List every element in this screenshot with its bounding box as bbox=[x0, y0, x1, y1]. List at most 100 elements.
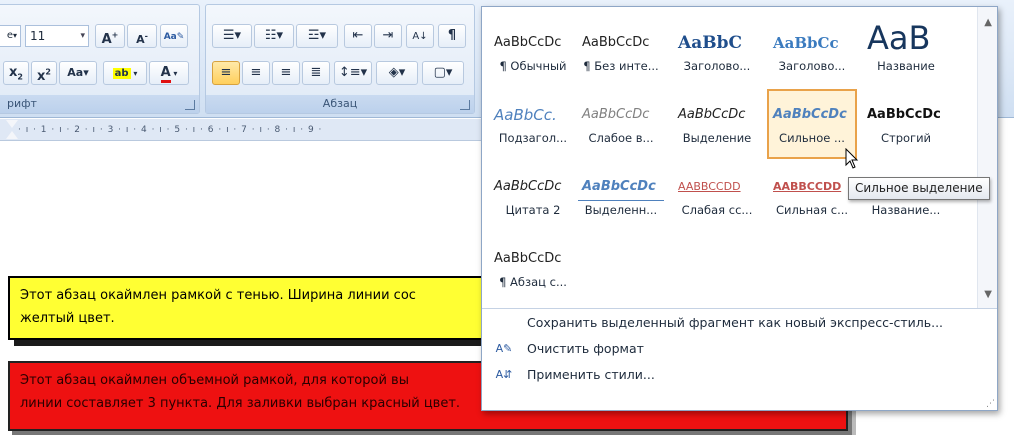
style-emphasis[interactable]: AaBbCcDc Выделение bbox=[674, 97, 760, 159]
style-sample: AaBbCcDc bbox=[494, 251, 562, 266]
superscript-icon: x2 bbox=[37, 68, 51, 85]
style-name: ¶ Без инте... bbox=[583, 59, 659, 73]
clear-format-menu-item[interactable]: A✎ Очистить формат bbox=[482, 337, 979, 361]
style-sample: AaBbCcDc bbox=[578, 169, 664, 201]
style-sample: AaBbC bbox=[678, 33, 742, 53]
quick-styles-gallery: AaBbCcDc ¶ Обычный AaBbCcDc ¶ Без инте..… bbox=[481, 6, 998, 411]
change-case-button[interactable]: Aa▾ bbox=[59, 61, 97, 85]
shrink-font-button[interactable]: A- bbox=[127, 24, 157, 48]
line-spacing-button[interactable]: ↕≡▾ bbox=[334, 61, 372, 85]
style-name: Сильное ... bbox=[779, 131, 845, 145]
justify-button[interactable]: ≣ bbox=[302, 61, 330, 85]
chevron-down-icon: ▾ bbox=[170, 69, 178, 78]
style-list-paragraph[interactable]: AaBbCcDc ¶ Абзац с... bbox=[490, 241, 576, 303]
style-strong[interactable]: AaBbCcDc Строгий bbox=[863, 97, 949, 159]
style-name: Цитата 2 bbox=[505, 203, 561, 217]
save-quick-style-menu-item[interactable]: Сохранить выделенный фрагмент как новый … bbox=[482, 311, 979, 335]
shrink-font-icon: A- bbox=[136, 31, 148, 46]
style-name: Заголово... bbox=[683, 59, 751, 73]
shading-button[interactable]: ◈▾ bbox=[376, 61, 418, 85]
style-sample: AABBCCDD bbox=[773, 180, 842, 193]
chevron-down-icon: ▾ bbox=[12, 31, 17, 40]
highlighter-icon: ab bbox=[112, 68, 131, 79]
align-center-button[interactable]: ≡ bbox=[242, 61, 270, 85]
font-size-combobox[interactable]: 11 ▾ bbox=[25, 25, 89, 47]
show-marks-button[interactable]: ¶ bbox=[438, 24, 466, 48]
font-group-title: рифт bbox=[7, 97, 37, 110]
decrease-indent-button[interactable]: ⇤ bbox=[344, 24, 372, 48]
clear-formatting-button[interactable]: Aa✎ bbox=[160, 24, 188, 48]
gallery-divider bbox=[482, 308, 997, 309]
menu-item-label: Очистить формат bbox=[527, 341, 644, 356]
style-name: Подзагол... bbox=[498, 131, 568, 145]
apply-styles-icon: A⇵ bbox=[495, 368, 513, 381]
align-left-button[interactable]: ≡ bbox=[212, 61, 240, 85]
pilcrow-icon: ¶ bbox=[447, 28, 457, 43]
style-normal[interactable]: AaBbCcDc ¶ Обычный bbox=[490, 25, 576, 87]
style-sample: AaBbCcDc bbox=[773, 107, 847, 122]
dialog-launcher-icon[interactable] bbox=[460, 100, 470, 110]
font-group-label: рифт bbox=[0, 95, 199, 113]
align-center-icon: ≡ bbox=[250, 65, 262, 80]
subscript-icon: x2 bbox=[9, 65, 23, 82]
style-name: Слабое в... bbox=[588, 131, 654, 145]
superscript-button[interactable]: x2 bbox=[31, 61, 57, 85]
menu-item-label: Сохранить выделенный фрагмент как новый … bbox=[527, 315, 944, 330]
scroll-up-icon[interactable]: ▲ bbox=[984, 17, 992, 28]
sort-icon: A↓ bbox=[412, 31, 428, 42]
style-quote-2[interactable]: AaBbCcDc Цитата 2 bbox=[490, 169, 576, 231]
style-subtle-reference[interactable]: AABBCCDD Слабая сс... bbox=[674, 169, 760, 231]
font-group: е▾ 11 ▾ A+ A- Aa✎ x2 x2 Aa▾ ab ▾ A ▾ риф… bbox=[0, 4, 200, 114]
horizontal-ruler[interactable]: · ı · 1 · ı · 2 · ı · 3 · ı · 4 · ı · 5 … bbox=[0, 119, 500, 141]
highlight-color-button[interactable]: ab ▾ bbox=[103, 61, 147, 85]
bullet-list-icon: ☰▾ bbox=[222, 28, 242, 43]
multilevel-list-button[interactable]: ☲▾ bbox=[296, 24, 338, 48]
style-sample: AaBbCcDc bbox=[582, 35, 650, 50]
style-sample: AaBbCc. bbox=[494, 106, 557, 124]
style-name: Название... bbox=[871, 203, 941, 217]
subscript-button[interactable]: x2 bbox=[3, 61, 29, 85]
chevron-down-icon: ▾ bbox=[80, 31, 85, 41]
font-name-combobox[interactable]: е▾ bbox=[0, 25, 21, 47]
paragraph-group: ☰▾ ☷▾ ☲▾ ⇤ ⇥ A↓ ¶ ≡ ≡ ≡ ≣ ↕≡▾ ◈▾ ▢▾ Абза… bbox=[205, 4, 475, 114]
resize-grip-icon[interactable]: ⋰ bbox=[986, 399, 995, 409]
style-name: Сильная с... bbox=[775, 203, 849, 217]
borders-button[interactable]: ▢▾ bbox=[422, 61, 464, 85]
style-sample: AaBbCcDc bbox=[494, 179, 562, 194]
style-heading-2[interactable]: AaBbCc Заголово... bbox=[769, 25, 855, 87]
font-color-button[interactable]: A ▾ bbox=[149, 61, 189, 85]
style-intense-emphasis[interactable]: AaBbCcDc Сильное ... bbox=[767, 89, 857, 159]
dialog-launcher-icon[interactable] bbox=[185, 100, 195, 110]
clear-formatting-icon: Aa✎ bbox=[163, 32, 185, 42]
style-name: Слабая сс... bbox=[681, 203, 753, 217]
style-title[interactable]: AaB Название bbox=[863, 19, 949, 87]
style-intense-quote[interactable]: AaBbCcDc Выделенн... bbox=[578, 169, 664, 231]
increase-indent-button[interactable]: ⇥ bbox=[374, 24, 402, 48]
style-sample: AaBbCcDc bbox=[494, 35, 562, 50]
style-tooltip: Сильное выделение bbox=[848, 177, 990, 200]
style-name: Выделение bbox=[682, 131, 752, 145]
align-left-icon: ≡ bbox=[220, 65, 232, 80]
style-subtitle[interactable]: AaBbCc. Подзагол... bbox=[490, 97, 576, 159]
numbering-button[interactable]: ☷▾ bbox=[254, 24, 294, 48]
style-sample: AaBbCcDc bbox=[867, 107, 941, 122]
align-right-button[interactable]: ≡ bbox=[272, 61, 300, 85]
paragraph-group-label: Абзац bbox=[206, 95, 474, 113]
style-subtle-emphasis[interactable]: AaBbCcDc Слабое в... bbox=[578, 97, 664, 159]
align-right-icon: ≡ bbox=[280, 65, 292, 80]
apply-styles-menu-item[interactable]: A⇵ Применить стили... bbox=[482, 363, 979, 387]
style-no-spacing[interactable]: AaBbCcDc ¶ Без инте... bbox=[578, 25, 664, 87]
grow-font-icon: A+ bbox=[101, 31, 119, 48]
style-name: Выделенн... bbox=[584, 203, 658, 217]
style-heading-1[interactable]: AaBbC Заголово... bbox=[674, 25, 760, 87]
style-intense-reference[interactable]: AABBCCDD Сильная с... bbox=[769, 169, 855, 231]
grow-font-button[interactable]: A+ bbox=[95, 24, 125, 48]
sort-button[interactable]: A↓ bbox=[406, 24, 434, 48]
indent-marker-icon[interactable] bbox=[6, 120, 18, 140]
scroll-down-icon[interactable]: ▼ bbox=[984, 289, 992, 300]
style-sample: AaB bbox=[867, 19, 931, 57]
style-name: ¶ Обычный bbox=[499, 59, 567, 73]
gallery-scrollbar[interactable]: ▲ ▼ bbox=[977, 7, 997, 308]
bullets-button[interactable]: ☰▾ bbox=[212, 24, 252, 48]
style-sample: AABBCCDD bbox=[678, 180, 741, 193]
